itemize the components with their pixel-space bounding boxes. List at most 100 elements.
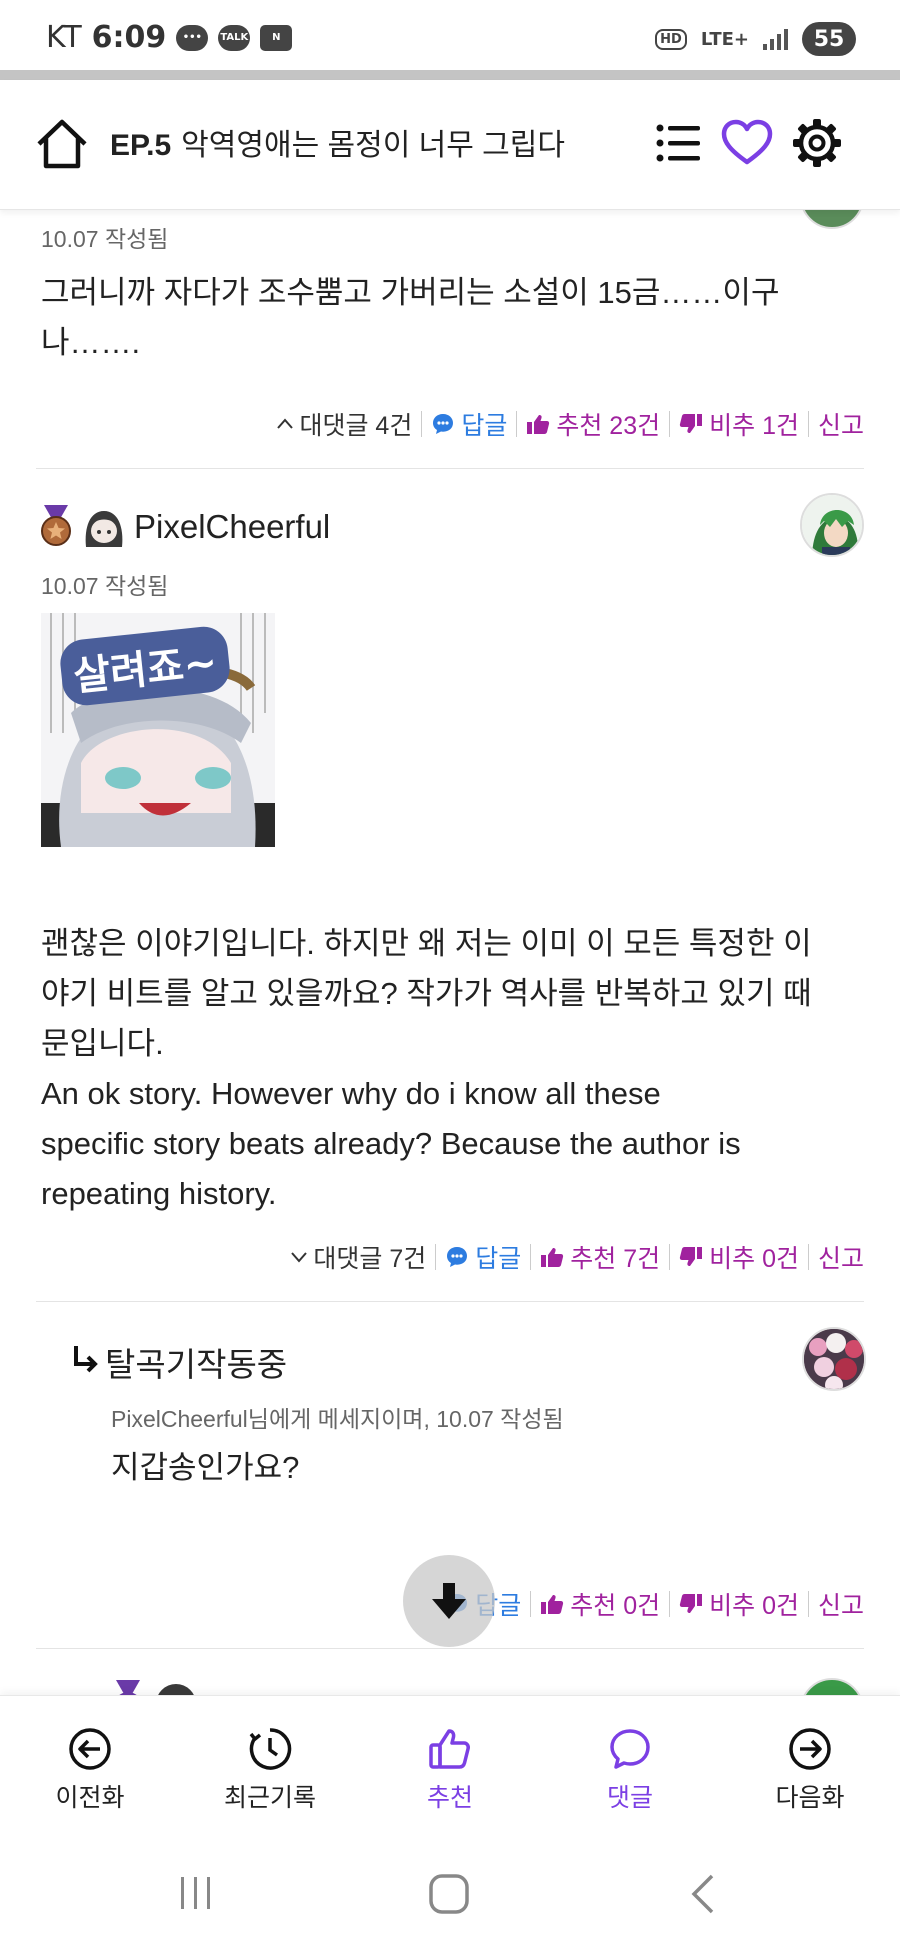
thumbs-up-icon <box>541 1595 564 1614</box>
network-type: LTE+ <box>700 28 749 50</box>
recent-apps-icon[interactable] <box>176 1873 216 1913</box>
recommend-button[interactable]: 추천 0건 <box>540 1586 660 1622</box>
reply-label: 답글 <box>461 412 508 440</box>
nav-label: 댓글 <box>606 1784 653 1812</box>
recommend-button[interactable]: 추천 23건 <box>526 406 660 442</box>
replies-toggle[interactable]: 대댓글 7건 <box>289 1239 426 1275</box>
commenter-avatar[interactable] <box>802 1327 866 1391</box>
reply-bubble-icon <box>447 1247 468 1267</box>
reply-label: 답글 <box>475 1245 522 1273</box>
clock: 6:09 <box>91 20 167 55</box>
comment-text-line: specific story beats already? Because th… <box>41 1126 741 1161</box>
comment-text-line: 괜찮은 이야기입니다. 하지만 왜 저는 이미 이 모든 특정한 이 <box>41 926 812 961</box>
commenter-username[interactable]: 탈곡기작동중 <box>105 1338 287 1386</box>
dislike-button[interactable]: 비추 0건 <box>679 1586 799 1622</box>
comment-text-line: repeating history. <box>41 1176 277 1211</box>
dislike-count: 비추 1건 <box>709 412 799 440</box>
replies-toggle[interactable]: 대댓글 4건 <box>275 406 412 442</box>
reading-progress-fill <box>0 70 900 80</box>
reply-button[interactable]: 답글 <box>445 1239 521 1275</box>
bottom-navigation: 이전화 최근기록 추천 댓글 다음화 <box>0 1695 900 1835</box>
comment-actions: 답글 추천 0건 비추 0건 신고 <box>445 1586 864 1622</box>
page-title: EP.5 악역영애는 몸정이 너무 그립다 <box>110 120 565 164</box>
comment-text-line: 나……. <box>41 325 141 360</box>
thumbs-down-icon <box>679 1594 703 1613</box>
profile-character-icon <box>85 511 123 547</box>
arrow-left-circle-icon <box>69 1728 111 1770</box>
battery-icon: 55 <box>802 22 856 56</box>
signal-strength-icon <box>763 28 788 50</box>
nav-recent-history[interactable]: 최근기록 <box>190 1726 350 1814</box>
report-button[interactable]: 신고 <box>818 1239 864 1275</box>
reply-button[interactable]: 답글 <box>431 406 507 442</box>
profile-character-icon <box>156 1684 196 1695</box>
episode-number: EP.5 <box>110 129 172 162</box>
recommend-count: 추천 23건 <box>556 412 661 440</box>
arrow-right-circle-icon <box>789 1728 831 1770</box>
nav-next-episode[interactable]: 다음화 <box>730 1726 890 1814</box>
comment-text: 그러니까 자다가 조수뿜고 가버리는 소설이 15금……이구 나……. <box>41 268 861 368</box>
dislike-count: 비추 0건 <box>709 1245 799 1273</box>
home-icon[interactable] <box>34 116 90 172</box>
episode-header: EP.5 악역영애는 몸정이 너무 그립다 <box>0 80 900 210</box>
nav-previous-episode[interactable]: 이전화 <box>10 1726 170 1814</box>
favorite-heart-icon[interactable] <box>720 116 774 170</box>
thumbs-down-icon <box>679 414 703 433</box>
comment-list[interactable]: 10.07 작성됨 그러니까 자다가 조수뿜고 가버리는 소설이 15금……이구… <box>0 210 900 1695</box>
comment-sticker-image: 살려죠~ <box>41 613 275 847</box>
thumbs-up-icon <box>429 1729 470 1769</box>
nav-label: 최근기록 <box>223 1784 316 1812</box>
comment-text-line: 야기 비트를 알고 있을까요? 작가가 역사를 반복하고 있기 때 <box>41 976 812 1011</box>
list-icon[interactable] <box>652 116 706 170</box>
nav-comments[interactable]: 댓글 <box>550 1726 710 1814</box>
rank-medal-icon <box>41 505 71 546</box>
report-button[interactable]: 신고 <box>818 1586 864 1622</box>
comment-date: 10.07 작성됨 <box>41 573 169 599</box>
commenter-avatar[interactable] <box>800 210 864 229</box>
comment-divider <box>36 1301 864 1302</box>
system-navigation-bar <box>0 1835 900 1950</box>
nav-label: 다음화 <box>775 1784 845 1812</box>
dislike-button[interactable]: 비추 0건 <box>679 1239 799 1275</box>
flowers-avatar-icon <box>804 1329 864 1389</box>
dislike-button[interactable]: 비추 1건 <box>679 406 799 442</box>
comment-text-line: An ok story. However why do i know all t… <box>41 1076 661 1111</box>
commenter-username[interactable]: PixelCheerful <box>134 508 330 546</box>
chat-bubble-icon <box>610 1729 650 1769</box>
comment-text: 괜찮은 이야기입니다. 하지만 왜 저는 이미 이 모든 특정한 이 야기 비트… <box>41 919 871 1219</box>
thumbs-down-icon <box>679 1247 703 1266</box>
chevron-up-icon <box>277 418 294 429</box>
comment-text-line: 문입니다. <box>41 1026 164 1061</box>
back-icon[interactable] <box>684 1873 724 1915</box>
status-bar: KT 6:09 ••• TALK N HD LTE+ 55 <box>0 0 900 70</box>
replies-count: 대댓글 7건 <box>313 1245 427 1273</box>
dislike-count: 비추 0건 <box>709 1592 799 1620</box>
comment-actions: 대댓글 4건 답글 추천 23건 비추 1건 신고 <box>275 406 864 442</box>
replies-count: 대댓글 4건 <box>299 412 413 440</box>
novel-title: 악역영애는 몸정이 너무 그립다 <box>181 129 565 162</box>
rank-medal-icon <box>116 1680 140 1695</box>
home-button-icon[interactable] <box>428 1873 470 1915</box>
hd-voice-icon: HD <box>655 28 687 50</box>
message-notification-icon: ••• <box>176 24 209 51</box>
settings-gear-icon[interactable] <box>790 116 844 170</box>
nav-label: 추천 <box>426 1784 473 1812</box>
green-haired-character-avatar-icon <box>802 495 862 555</box>
reading-progress-bar <box>0 70 900 80</box>
comment-text-line: 그러니까 자다가 조수뿜고 가버리는 소설이 15금……이구 <box>41 275 780 310</box>
nav-recommend[interactable]: 추천 <box>370 1726 530 1814</box>
reply-arrow-icon <box>74 1346 98 1373</box>
commenter-avatar[interactable] <box>800 1678 864 1695</box>
naver-mail-notification-icon: N <box>260 24 293 51</box>
comment-divider <box>36 468 864 469</box>
commenter-avatar[interactable] <box>800 493 864 557</box>
reply-bubble-icon <box>433 414 454 434</box>
recommend-button[interactable]: 추천 7건 <box>540 1239 660 1275</box>
reply-meta: PixelCheerful님에게 메세지이며, 10.07 작성됨 <box>111 1406 564 1432</box>
report-button[interactable]: 신고 <box>818 406 864 442</box>
scroll-down-button[interactable] <box>403 1555 495 1647</box>
comment-divider <box>36 1648 864 1649</box>
thumbs-up-icon <box>541 1248 564 1267</box>
recommend-count: 추천 0건 <box>570 1592 661 1620</box>
carrier-label: KT <box>46 20 82 55</box>
